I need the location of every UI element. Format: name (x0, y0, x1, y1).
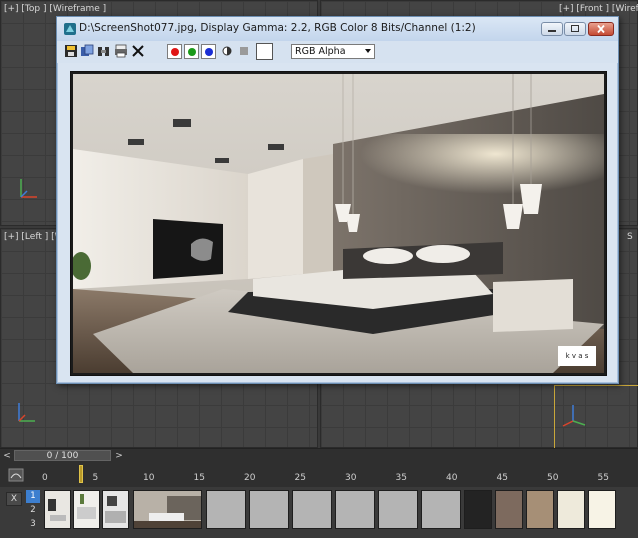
bedroom-thumbnail-image (45, 491, 70, 528)
thumbnail-slot[interactable] (44, 490, 71, 529)
monochrome-toggle-icon[interactable] (220, 44, 234, 58)
material-slot[interactable] (206, 490, 246, 529)
frame-tick-label: 55 (597, 473, 609, 483)
frame-tick-label: 5 (92, 473, 99, 483)
material-slot[interactable] (292, 490, 332, 529)
thumbnail-slot[interactable] (73, 490, 100, 529)
frame-tick-label: 15 (193, 473, 205, 483)
front-viewport-label[interactable]: [+] [Front ] [Wirefra (559, 4, 638, 14)
axis-gizmo-icon (20, 179, 37, 198)
frame-counter: 0 / 100 (46, 451, 79, 461)
clear-background-icon[interactable] (237, 44, 251, 58)
frame-tick-label: 45 (496, 473, 508, 483)
frame-ruler[interactable]: 0 5 10 15 20 25 30 35 40 45 50 55 (38, 463, 636, 487)
time-slider[interactable]: < 0 / 100 > (0, 448, 638, 464)
row-2-button[interactable]: 2 (26, 504, 40, 517)
material-slot[interactable] (464, 490, 492, 529)
maximize-button[interactable] (564, 22, 586, 36)
frame-tick-label: 30 (345, 473, 357, 483)
close-icon (597, 24, 605, 34)
rendered-image-frame: k v a s (70, 71, 607, 376)
left-viewport-label[interactable]: [+] [Left ] [W (4, 232, 64, 242)
frame-tick-label: 40 (446, 473, 458, 483)
trackbar[interactable]: 0 5 10 15 20 25 30 35 40 45 50 55 (0, 463, 638, 487)
axis-gizmo-icon (562, 405, 586, 427)
display-channel-select[interactable]: RGB Alpha (291, 44, 375, 59)
material-slot[interactable] (557, 490, 585, 529)
current-frame-marker[interactable] (79, 465, 83, 483)
frame-tick-label: 25 (294, 473, 306, 483)
bedroom-render-thumbnail-image (134, 491, 201, 528)
app-teapot-icon (64, 23, 76, 35)
rendered-frame-window[interactable]: D:\ScreenShot077.jpg, Display Gamma: 2.2… (56, 16, 619, 384)
previous-frame-icon[interactable]: < (2, 450, 12, 462)
rendered-bedroom-image: k v a s (73, 74, 604, 373)
chevron-down-icon (365, 49, 371, 53)
blue-channel-toggle[interactable] (201, 44, 216, 59)
save-image-icon[interactable] (64, 44, 78, 58)
material-slot[interactable] (588, 490, 616, 529)
window-title: D:\ScreenShot077.jpg, Display Gamma: 2.2… (79, 22, 476, 34)
clone-frame-icon[interactable] (97, 44, 111, 58)
axis-gizmo-icon (18, 403, 35, 422)
top-viewport-label[interactable]: [+] [Top ] [Wireframe ] (4, 4, 106, 14)
material-slot[interactable] (378, 490, 418, 529)
display-channel-value: RGB Alpha (295, 46, 346, 57)
copy-image-icon[interactable] (80, 44, 94, 58)
frame-tick-label: 0 (42, 473, 48, 483)
frame-tick-label: 50 (547, 473, 559, 483)
frame-tick-label: 35 (395, 473, 407, 483)
minimize-icon (548, 30, 556, 32)
thumbnail-slot[interactable] (133, 490, 202, 529)
blue-channel-icon (205, 48, 213, 56)
row-3-button[interactable]: 3 (26, 518, 40, 531)
row-1-button[interactable]: 1 (26, 490, 40, 503)
thumbnail-slot[interactable] (102, 490, 129, 529)
interior-thumbnail-image (74, 491, 99, 528)
red-channel-toggle[interactable] (167, 44, 182, 59)
close-button[interactable] (588, 22, 614, 36)
interior-thumbnail-image (103, 491, 128, 528)
frame-tick-label: 10 (143, 473, 155, 483)
clear-frame-icon[interactable] (131, 44, 145, 58)
restore-icon (571, 25, 579, 32)
green-channel-toggle[interactable] (184, 44, 199, 59)
red-channel-icon (171, 48, 179, 56)
time-slider-thumb[interactable]: 0 / 100 (14, 450, 111, 461)
render-watermark-logo: k v a s (566, 352, 589, 360)
material-slot[interactable] (526, 490, 554, 529)
material-slot[interactable] (495, 490, 523, 529)
minimize-button[interactable] (541, 22, 563, 36)
green-channel-icon (188, 48, 196, 56)
curve-editor-icon[interactable] (8, 468, 24, 482)
window-titlebar[interactable]: D:\ScreenShot077.jpg, Display Gamma: 2.2… (57, 17, 618, 41)
material-slot[interactable] (421, 490, 461, 529)
material-slot[interactable] (335, 490, 375, 529)
print-image-icon[interactable] (114, 44, 128, 58)
material-slots-bar: X 1 2 3 (0, 487, 638, 538)
next-frame-icon[interactable]: > (114, 450, 124, 462)
material-slot[interactable] (249, 490, 289, 529)
frame-tick-label: 20 (244, 473, 256, 483)
perspective-viewport-label[interactable]: S (627, 232, 633, 242)
color-swatch[interactable] (256, 43, 273, 60)
x-axis-button[interactable]: X (6, 492, 22, 506)
frame-toolbar: RGB Alpha (57, 41, 618, 63)
